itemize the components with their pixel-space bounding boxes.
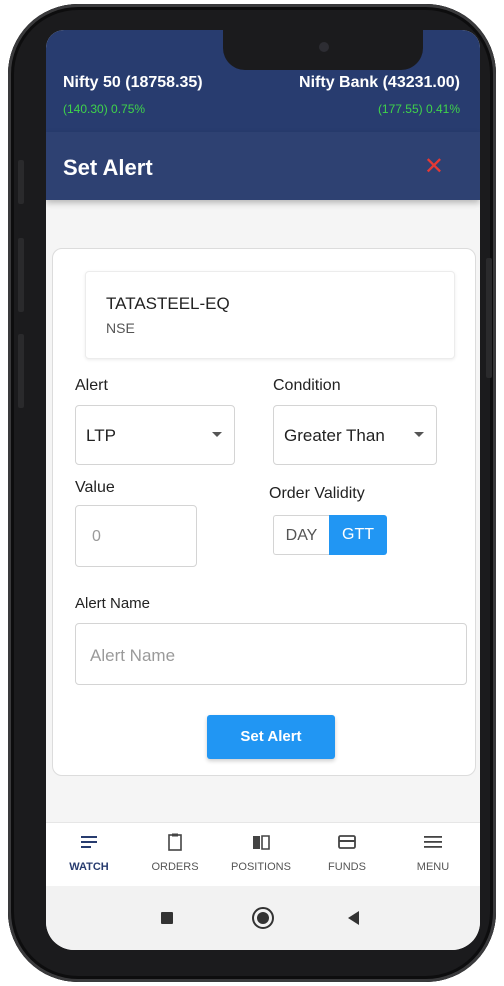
camera-icon: [319, 42, 329, 52]
alert-name-label: Alert Name: [75, 595, 151, 612]
menu-icon: [424, 836, 442, 848]
card-icon: [338, 835, 356, 849]
alert-name-input[interactable]: Alert Name: [75, 623, 467, 685]
condition-select[interactable]: Greater Than: [273, 405, 437, 465]
alert-select[interactable]: LTP: [75, 405, 235, 465]
nav-orders[interactable]: ORDERS: [132, 823, 218, 887]
alert-form-card: TATASTEEL-EQ NSE Alert LTP Condition Gre…: [52, 248, 476, 776]
set-alert-button[interactable]: Set Alert: [207, 715, 335, 759]
close-icon[interactable]: ✕: [424, 152, 444, 181]
value-label: Value: [75, 479, 115, 496]
instrument-symbol: TATASTEEL-EQ: [106, 294, 230, 313]
phone-frame: Nifty 50 (18758.35) (140.30) 0.75% Nifty…: [8, 4, 496, 982]
nav-funds[interactable]: FUNDS: [304, 823, 390, 887]
volume-down-button: [18, 334, 24, 408]
condition-select-value: Greater Than: [284, 426, 385, 445]
side-button: [18, 160, 24, 204]
recent-apps-icon[interactable]: [161, 912, 173, 924]
power-button: [486, 258, 492, 378]
main-content: TATASTEEL-EQ NSE Alert LTP Condition Gre…: [46, 200, 480, 822]
page-header: Set Alert ✕: [46, 132, 480, 200]
nav-funds-label: FUNDS: [328, 861, 366, 873]
validity-day-option[interactable]: DAY: [273, 515, 329, 555]
back-icon[interactable]: [348, 911, 359, 925]
clipboard-icon: [168, 833, 182, 851]
page-title: Set Alert: [63, 155, 153, 180]
screen: Nifty 50 (18758.35) (140.30) 0.75% Nifty…: [46, 30, 480, 950]
nav-positions-label: POSITIONS: [231, 861, 291, 873]
system-navigation-bar: [46, 886, 480, 950]
alert-label: Alert: [75, 377, 108, 394]
value-input[interactable]: 0: [75, 505, 197, 567]
nav-orders-label: ORDERS: [151, 861, 199, 873]
nav-watch-label: WATCH: [69, 861, 109, 873]
nifty-50-change: (140.30) 0.75%: [63, 102, 146, 116]
nav-menu[interactable]: MENU: [390, 823, 476, 887]
condition-label: Condition: [273, 377, 341, 394]
list-icon: [81, 836, 97, 848]
nav-watch[interactable]: WATCH: [46, 823, 132, 887]
alert-select-value: LTP: [86, 426, 116, 445]
home-icon[interactable]: [252, 907, 274, 929]
nav-positions[interactable]: POSITIONS: [218, 823, 304, 887]
notch: [223, 30, 423, 70]
book-icon: [253, 835, 270, 850]
nifty-bank-change: (177.55) 0.41%: [377, 102, 460, 116]
nifty-bank-index[interactable]: Nifty Bank (43231.00): [299, 74, 460, 92]
validity-gtt-option[interactable]: GTT: [329, 515, 387, 555]
instrument-exchange: NSE: [106, 320, 135, 336]
chevron-down-icon: [212, 432, 222, 437]
chevron-down-icon: [414, 432, 424, 437]
volume-up-button: [18, 238, 24, 312]
instrument-box: TATASTEEL-EQ NSE: [85, 271, 455, 359]
nifty-50-index[interactable]: Nifty 50 (18758.35): [63, 74, 203, 92]
order-validity-label: Order Validity: [269, 485, 365, 502]
nav-menu-label: MENU: [416, 861, 450, 873]
bottom-nav: WATCH ORDERS POSITIONS FUNDS MENU: [46, 822, 480, 886]
